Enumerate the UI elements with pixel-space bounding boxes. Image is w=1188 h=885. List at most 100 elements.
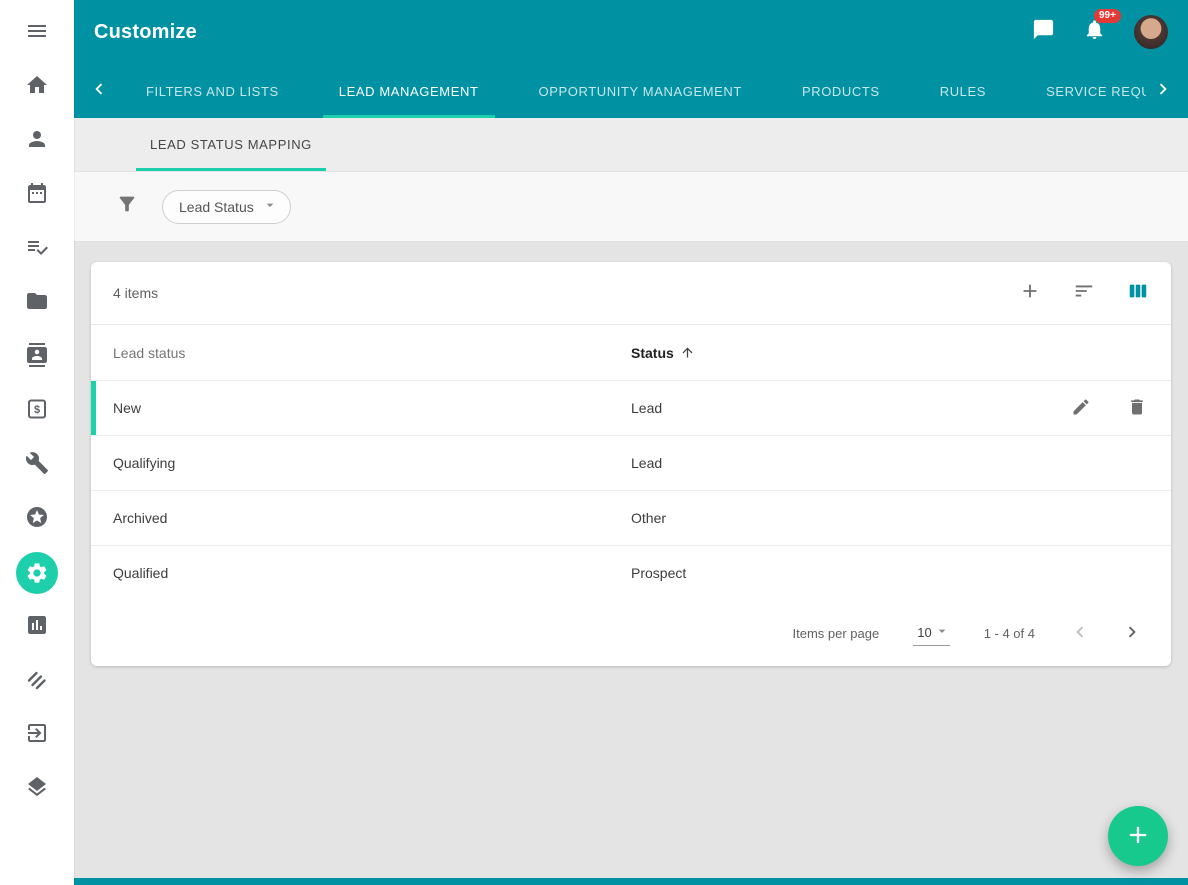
tabs-scroll-left-button[interactable] (82, 64, 116, 118)
sidebar-item-layers[interactable] (0, 762, 74, 816)
filter-chip-label: Lead Status (179, 199, 254, 215)
pager-buttons (1069, 621, 1143, 646)
cell-status: Lead (631, 455, 1171, 471)
sidebar-item-menu[interactable] (0, 6, 74, 60)
table-header-row: Lead status Status (91, 324, 1171, 380)
sidebar-item-contacts-person[interactable] (0, 114, 74, 168)
caret-down-icon (262, 197, 278, 216)
table-row[interactable]: Qualified Prospect (91, 545, 1171, 600)
pagination-range-label: 1 - 4 of 4 (984, 626, 1035, 641)
sort-ascending-arrow-icon (680, 345, 695, 360)
table-row[interactable]: Qualifying Lead (91, 435, 1171, 490)
wrench-icon (25, 451, 49, 480)
tab-scroller: FILTERS AND LISTS LEAD MANAGEMENT OPPORT… (116, 64, 1146, 118)
page-title: Customize (94, 21, 197, 44)
sidebar-item-calendar[interactable] (0, 168, 74, 222)
sidebar-item-tools[interactable] (0, 438, 74, 492)
tab-opportunity-management[interactable]: OPPORTUNITY MANAGEMENT (509, 64, 772, 118)
plus-icon (1124, 821, 1152, 852)
items-per-page-label: Items per page (793, 626, 880, 641)
column-header-lead-status[interactable]: Lead status (91, 345, 631, 361)
chevron-right-icon (1152, 78, 1174, 105)
sidebar-item-featured[interactable] (0, 492, 74, 546)
sidebar-item-deals[interactable] (0, 654, 74, 708)
card-header: 4 items (91, 262, 1171, 324)
sidebar-item-billing[interactable]: $ (0, 384, 74, 438)
app-window: $ Customize (0, 0, 1188, 885)
trash-icon (1127, 397, 1147, 420)
lead-status-filter-chip[interactable]: Lead Status (162, 190, 291, 224)
tabs-scroll-right-button[interactable] (1146, 64, 1180, 118)
table-row[interactable]: Archived Other (91, 490, 1171, 545)
caret-down-icon (934, 623, 950, 642)
chevron-right-icon (1121, 621, 1143, 646)
tab-rules[interactable]: RULES (910, 64, 1016, 118)
columns-button[interactable] (1127, 280, 1149, 307)
svg-text:$: $ (34, 404, 40, 416)
sidebar: $ (0, 0, 74, 885)
filter-funnel-icon (116, 193, 138, 220)
deals-icon (25, 667, 49, 696)
chevron-left-icon (88, 78, 110, 105)
lead-status-mapping-card: 4 items Lead status (91, 262, 1171, 666)
filter-bar: Lead Status (74, 172, 1188, 242)
delete-row-button[interactable] (1127, 397, 1147, 420)
add-row-button[interactable] (1019, 280, 1041, 307)
sub-tab-bar: LEAD STATUS MAPPING (74, 118, 1188, 172)
items-per-page-value: 10 (917, 625, 931, 640)
cell-lead-status: Qualified (91, 565, 631, 581)
items-count: 4 items (113, 285, 158, 301)
tab-products[interactable]: PRODUCTS (772, 64, 910, 118)
tab-filters-and-lists[interactable]: FILTERS AND LISTS (116, 64, 309, 118)
top-app-bar: Customize 99+ (74, 0, 1188, 64)
sidebar-item-home[interactable] (0, 60, 74, 114)
chat-button[interactable] (1032, 18, 1055, 46)
sidebar-item-signin[interactable] (0, 708, 74, 762)
chevron-left-icon (1069, 621, 1091, 646)
sidebar-item-reports[interactable] (0, 600, 74, 654)
plus-icon (1019, 280, 1041, 307)
exit-to-app-icon (25, 721, 49, 750)
sidebar-item-contact-cards[interactable] (0, 330, 74, 384)
settings-gear-icon (16, 552, 58, 594)
pencil-icon (1071, 397, 1091, 420)
bar-chart-icon (25, 613, 49, 642)
menu-icon (25, 19, 49, 48)
main-area: Customize 99+ FILTERS AND LISTS LEAD MAN… (74, 0, 1188, 885)
person-icon (25, 127, 49, 156)
sidebar-item-tasks[interactable] (0, 222, 74, 276)
notifications-button[interactable]: 99+ (1083, 18, 1106, 46)
sort-button[interactable] (1073, 280, 1095, 307)
cell-status: Other (631, 510, 1171, 526)
contacts-icon (25, 343, 49, 372)
chat-icon (1032, 18, 1055, 46)
tab-lead-management[interactable]: LEAD MANAGEMENT (309, 64, 509, 118)
previous-page-button[interactable] (1069, 621, 1091, 646)
folder-icon (25, 289, 49, 318)
column-header-status-label: Status (631, 345, 674, 361)
tab-service-request-management[interactable]: SERVICE REQUEST MANAGEMENT (1016, 64, 1146, 118)
cell-lead-status: New (91, 400, 631, 416)
avatar[interactable] (1134, 15, 1168, 49)
add-fab-button[interactable] (1108, 806, 1168, 866)
columns-icon (1127, 280, 1149, 307)
main-tab-bar: FILTERS AND LISTS LEAD MANAGEMENT OPPORT… (74, 64, 1188, 118)
tasks-icon (25, 235, 49, 264)
next-page-button[interactable] (1121, 621, 1143, 646)
sidebar-item-files[interactable] (0, 276, 74, 330)
notification-badge: 99+ (1094, 9, 1121, 23)
column-header-status[interactable]: Status (631, 345, 1171, 361)
billing-icon: $ (25, 397, 49, 426)
bottom-accent-strip (74, 878, 1188, 885)
topbar-actions: 99+ (1032, 15, 1168, 49)
table-pagination: Items per page 10 1 - 4 of 4 (91, 600, 1171, 666)
filter-button[interactable] (116, 193, 138, 220)
items-per-page-select[interactable]: 10 (913, 620, 949, 646)
table-row[interactable]: New Lead (91, 380, 1171, 435)
cell-lead-status: Archived (91, 510, 631, 526)
cell-lead-status: Qualifying (91, 455, 631, 471)
sidebar-item-settings[interactable] (0, 546, 74, 600)
content-area: 4 items Lead status (74, 242, 1188, 878)
subtab-lead-status-mapping[interactable]: LEAD STATUS MAPPING (144, 118, 318, 171)
edit-row-button[interactable] (1071, 397, 1091, 420)
